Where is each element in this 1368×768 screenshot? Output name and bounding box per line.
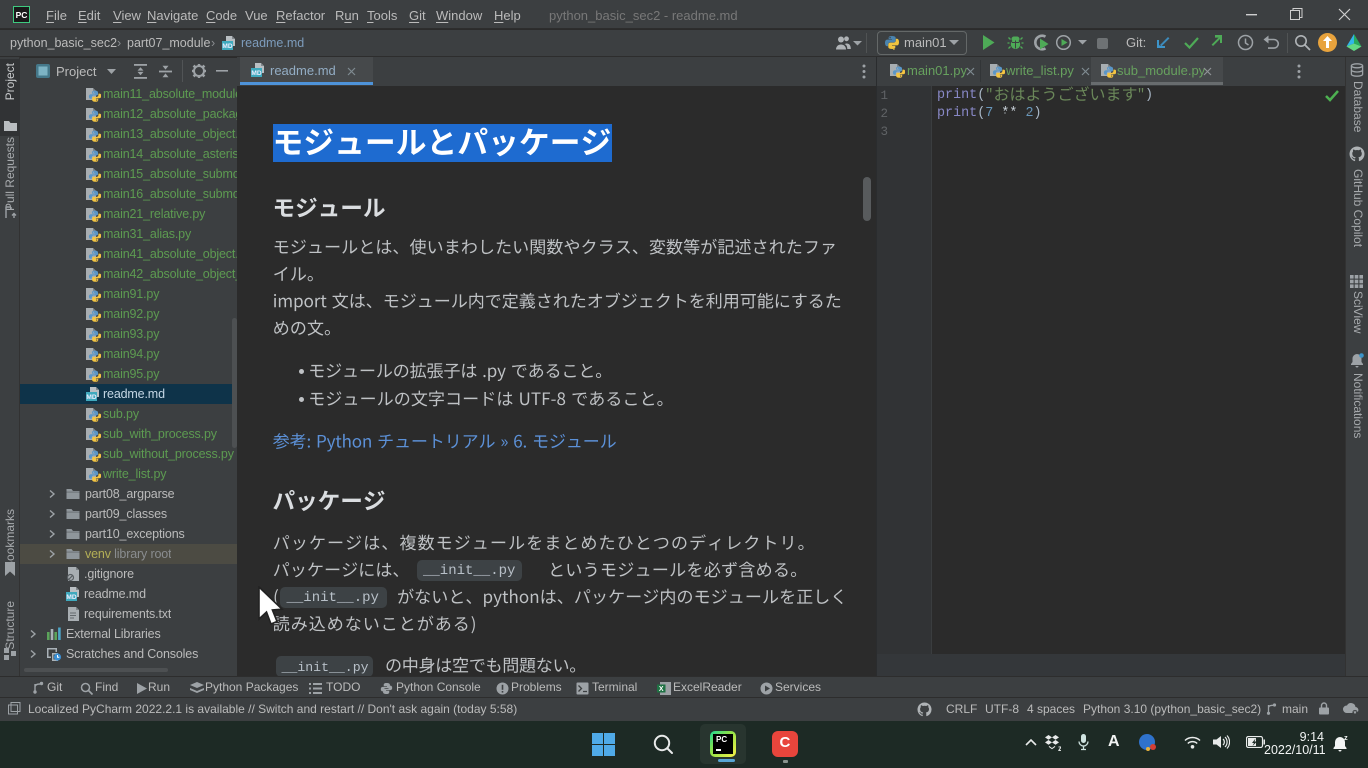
svg-text:MD: MD bbox=[66, 594, 76, 601]
svg-text:PC: PC bbox=[16, 10, 28, 20]
svg-text:z: z bbox=[1058, 744, 1061, 751]
svg-text:MD: MD bbox=[251, 70, 261, 77]
svg-text:z: z bbox=[1344, 734, 1348, 742]
svg-text:MD: MD bbox=[86, 394, 96, 401]
svg-text:MD: MD bbox=[222, 43, 232, 50]
svg-text:X: X bbox=[659, 686, 664, 693]
